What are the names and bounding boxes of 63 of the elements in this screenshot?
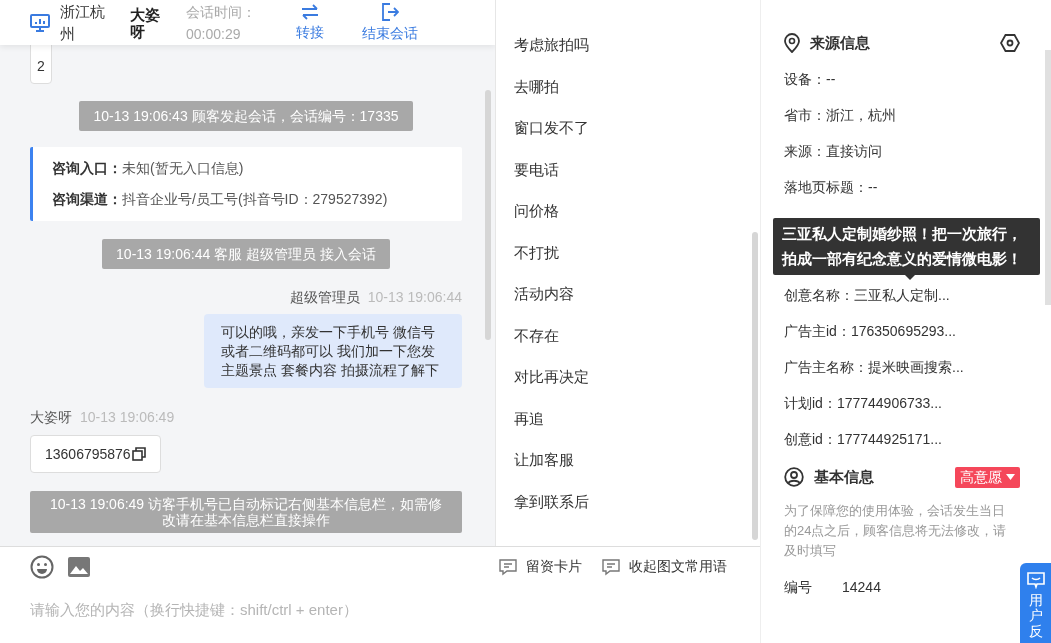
info-row-text: 咨询渠道：抖音企业号/员工号(抖音号ID：279527392) <box>52 190 389 209</box>
intent-dropdown[interactable]: 高意愿 <box>955 466 1020 488</box>
field-label: 编号 <box>784 578 813 597</box>
user-icon <box>784 467 804 487</box>
section-title: 基本信息 <box>814 467 875 487</box>
info-field: 广告主名称：提米映画搜索... <box>784 357 964 377</box>
field-value: 14244 <box>842 578 881 597</box>
info-field: 来源：直接访问 <box>784 141 882 161</box>
info-field: 设备：-- <box>784 69 836 89</box>
message-input[interactable]: 请输入您的内容（换行快捷键：shift/ctrl + enter） <box>30 598 730 620</box>
info-field: 创意id：177744925171... <box>784 429 942 449</box>
transfer-button[interactable]: 转接 <box>296 3 324 42</box>
section-title: 来源信息 <box>810 33 871 53</box>
session-timer: 00:00:29 <box>186 24 242 44</box>
info-field: 广告主id：176350695293... <box>784 321 956 341</box>
phrase-item[interactable]: 对比再决定 <box>514 356 760 398</box>
phrase-item[interactable]: 再追 <box>514 397 760 439</box>
phrase-item[interactable]: 活动内容 <box>514 273 760 315</box>
caret-icon <box>1006 474 1015 480</box>
tool-button[interactable]: 留资卡片 <box>499 558 582 576</box>
sender-name: 大姿呀 <box>30 409 72 427</box>
notice-text: 为了保障您的使用体验，会话发生当日的24点之后，顾客信息将无法修改，请及时填写 <box>784 502 1008 560</box>
timer-label: 会话时间： <box>186 2 256 22</box>
end-session-button[interactable]: 结束会话 <box>362 2 418 43</box>
info-field: 计划id：177744906733... <box>784 393 942 413</box>
info-field: 落地页标题：-- <box>784 177 878 197</box>
phrase-item[interactable]: 要电话 <box>514 148 760 190</box>
feedback-icon <box>1026 571 1045 589</box>
phrase-item[interactable]: 问价格 <box>514 190 760 232</box>
emoji-icon[interactable] <box>30 555 54 579</box>
monitor-icon <box>30 13 50 32</box>
phrase-item[interactable]: 考虑旅拍吗 <box>514 24 760 66</box>
info-row-text: 咨询入口：未知(暂无入口信息) <box>52 159 245 178</box>
phrase-item[interactable]: 不打扰 <box>514 231 760 273</box>
info-field: 省市：浙江，杭州 <box>784 105 896 125</box>
system-notice: 10-13 19:06:44 客服 超级管理员 接入会话 <box>102 239 390 269</box>
image-icon[interactable] <box>68 557 90 577</box>
feedback-button[interactable]: 用户反 <box>1020 563 1051 643</box>
message-time: 10-13 19:06:49 <box>80 409 175 427</box>
transfer-icon <box>300 3 320 20</box>
tooltip-arrow-icon <box>905 275 915 280</box>
message-icon <box>602 558 620 576</box>
tooltip: 三亚私人定制婚纱照！把一次旅行，拍成一部有纪念意义的爱情微电影！ <box>773 218 1040 275</box>
message-time: 10-13 19:06:44 <box>367 289 462 307</box>
system-notice: 10-13 19:06:49 访客手机号已自动标记右侧基本信息栏，如需修改请在基本信息栏直接操作 <box>30 491 462 533</box>
location-pin-icon <box>784 33 800 53</box>
system-notice: 10-13 19:06:43 顾客发起会话，会话编号：17335 <box>79 101 413 131</box>
phrase-item[interactable]: 不存在 <box>514 314 760 356</box>
visitor-name: 大姿呀 <box>130 5 161 40</box>
phone-number: 13606795876 <box>45 446 131 462</box>
info-field: 创意名称：三亚私人定制... <box>784 285 950 305</box>
message-bubble: 可以的哦，亲发一下手机号 微信号或者二维码都可以 我们加一下您发主题景点 套餐内容 拍摄流程了解下 <box>204 314 462 388</box>
settings-icon[interactable] <box>1000 34 1020 52</box>
phrase-item[interactable]: 去哪拍 <box>514 65 760 107</box>
phrase-item[interactable]: 窗口发不了 <box>514 107 760 149</box>
exit-icon <box>381 2 399 21</box>
message-icon <box>499 558 517 576</box>
phrase-item[interactable]: 让加客服 <box>514 439 760 481</box>
phrase-item[interactable]: 拿到联系后 <box>514 480 760 522</box>
tool-button[interactable]: 收起图文常用语 <box>602 558 727 576</box>
visitor-location: 浙江杭州 <box>60 1 106 44</box>
sender-name: 超级管理员 <box>289 289 360 307</box>
copy-icon[interactable] <box>131 447 146 461</box>
